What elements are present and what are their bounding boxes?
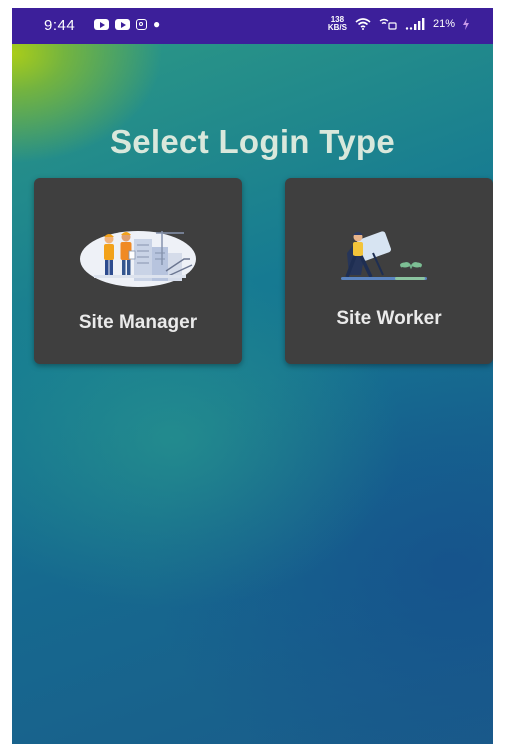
- charging-icon: [463, 18, 469, 30]
- volte-icon: [379, 18, 397, 30]
- system-status-icons: 138 KB/S 21%: [328, 16, 469, 32]
- notification-icons: ●: [94, 17, 161, 31]
- battery-percentage: 21%: [432, 18, 455, 30]
- site-manager-card[interactable]: Site Manager: [34, 178, 242, 364]
- site-manager-label: Site Manager: [78, 312, 198, 333]
- instagram-icon: [136, 19, 147, 30]
- site-worker-card[interactable]: Site Worker: [285, 178, 493, 364]
- site-manager-illustration: [34, 223, 242, 288]
- wifi-icon: [355, 18, 371, 30]
- page-title: Select Login Type: [109, 123, 396, 160]
- app-screen: 9:44 ● 138 KB/S 21% Select Login Type Si…: [12, 8, 493, 744]
- network-speed-unit: KB/S: [327, 23, 347, 32]
- status-time: 9:44: [44, 17, 76, 34]
- network-speed: 138 KB/S: [328, 16, 347, 32]
- site-worker-label: Site Worker: [336, 308, 442, 329]
- status-bar: 9:44 ● 138 KB/S 21%: [12, 8, 493, 44]
- notification-icon: ●: [153, 17, 161, 31]
- signal-icon: [405, 18, 425, 30]
- youtube-icon: [115, 19, 130, 30]
- youtube-icon: [94, 19, 109, 30]
- site-worker-illustration: [285, 223, 493, 288]
